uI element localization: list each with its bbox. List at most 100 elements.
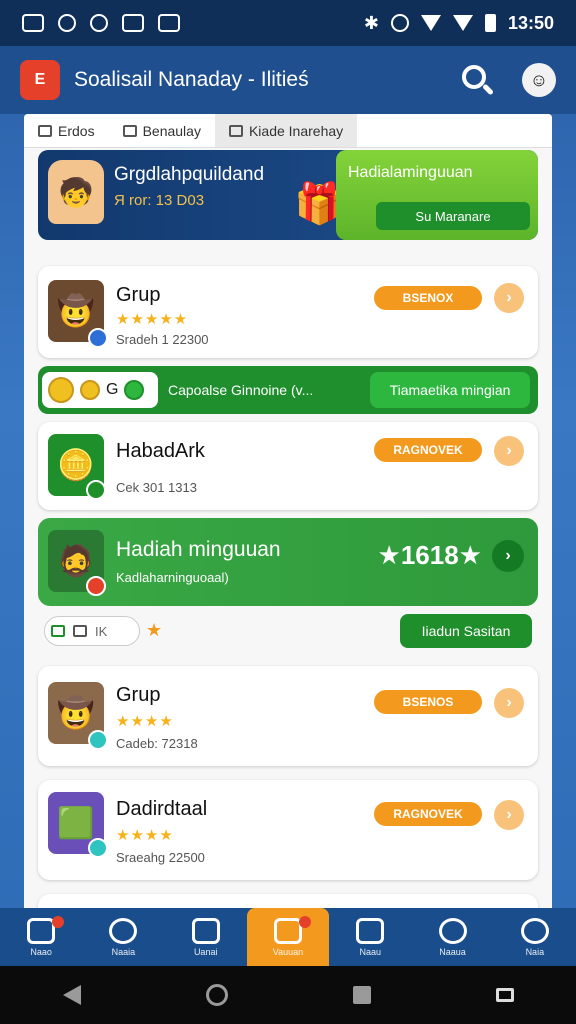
promo-title: Grgdlahpquildand <box>114 164 265 185</box>
coin-group: G <box>42 372 158 408</box>
tab-bar: Erdos Benaulay Kiade Inarehay <box>24 114 552 148</box>
tab-kiade-inarehay[interactable]: Kiade Inarehay <box>214 114 358 147</box>
coin-icon <box>124 380 145 400</box>
chevron-right-icon[interactable]: › <box>494 688 524 718</box>
list-item[interactable]: 🤠 Grup ★★★★★ Sradeh 1 22300 BSENOX › <box>38 266 538 358</box>
calendar-icon <box>122 124 137 137</box>
nav-item-home[interactable]: Naao <box>0 908 82 966</box>
status-bar: ✱ 13:50 <box>0 0 576 46</box>
tab-label: Kiade Inarehay <box>248 122 344 139</box>
tab-label: Erdos <box>58 122 95 139</box>
rating-stars: ★★★★ <box>116 713 174 730</box>
home-icon <box>27 917 56 944</box>
nav-item-mail[interactable]: Uanai <box>165 908 247 966</box>
notification-dot <box>52 916 65 928</box>
notification-icon <box>90 14 108 32</box>
card-meta: Sradeh 1 22300 <box>116 332 209 347</box>
list-item[interactable]: 🤠 Grup ★★★★ Cadeb: 72318 BSENOS › <box>38 666 538 766</box>
card-meta: Cadeb: 72318 <box>116 736 198 751</box>
home-button-icon[interactable] <box>205 984 228 1006</box>
promo-claim-button[interactable]: Su Maranare <box>376 202 530 230</box>
back-icon[interactable] <box>62 985 81 1005</box>
chevron-right-icon[interactable]: › <box>494 436 524 466</box>
status-badge[interactable]: BSENOX <box>374 286 482 310</box>
verified-badge-icon <box>88 730 108 750</box>
nav-label: Naau <box>359 946 382 957</box>
notification-dot <box>299 916 312 928</box>
nav-item-info[interactable]: Naia <box>494 908 576 966</box>
list-item[interactable]: 🟩 Dadirdtaal ★★★★ Sraeahg 22500 RAGNOVEK… <box>38 780 538 880</box>
nav-item-chat[interactable]: Naau <box>329 908 411 966</box>
tab-erdos[interactable]: Erdos <box>24 114 109 147</box>
tab-benaulay[interactable]: Benaulay <box>109 114 215 147</box>
promo-reward-panel: Hadialaminguuan Su Maranare <box>336 150 538 240</box>
bluetooth-icon: ✱ <box>363 12 379 33</box>
nav-item-people[interactable]: Naaia <box>82 908 164 966</box>
tab-label: Benaulay <box>142 122 201 139</box>
recent-apps-icon[interactable] <box>352 986 371 1004</box>
alarm-icon <box>390 14 409 32</box>
mini-label: IK <box>95 623 108 639</box>
weekly-reward-card[interactable]: 🧔 Hadiah minguuan Kadlaharninguoaal) ★16… <box>38 518 538 606</box>
nav-label: Naaia <box>111 946 136 957</box>
app-title: Soalisail Nanaday - Ilitieś <box>74 68 309 91</box>
promo-reward-title: Hadialaminguuan <box>348 164 473 181</box>
people-icon <box>109 917 138 944</box>
nav-label: Naia <box>525 946 545 957</box>
card-meta: Kadlaharninguoaal) <box>116 570 229 585</box>
notification-icon <box>22 14 44 32</box>
status-badge[interactable]: BSENOS <box>374 690 482 714</box>
verified-badge-icon <box>88 838 108 858</box>
app-header: E Soalisail Nanaday - Ilitieś ☺ <box>0 46 576 114</box>
card-title: Grup <box>116 684 161 706</box>
card-title: HabadArk <box>116 440 205 462</box>
status-time: 13:50 <box>507 12 554 33</box>
score-display: ★1618★ <box>377 540 482 570</box>
coin-label: G <box>106 381 119 398</box>
verified-badge-icon <box>86 576 106 596</box>
system-nav-bar <box>0 966 576 1024</box>
trophy-icon <box>273 917 302 944</box>
status-badge[interactable]: RAGNOVEK <box>374 438 482 462</box>
promo-subtitle: Я ror: 13 D03 <box>114 192 205 209</box>
signal-icon <box>452 15 473 31</box>
search-icon[interactable] <box>460 63 495 97</box>
status-badge[interactable]: RAGNOVEK <box>374 802 482 826</box>
main-panel: Erdos Benaulay Kiade Inarehay 🧒 Grgdlahp… <box>24 114 552 914</box>
rating-stars: ★★★★★ <box>116 311 189 328</box>
list-item[interactable]: 🪙 HabadArk Cek 301 1313 RAGNOVEK › <box>38 422 538 510</box>
strip-button[interactable]: Tiamaetika mingian <box>370 372 530 408</box>
mini-button[interactable]: Iiadun Sasitan <box>400 614 532 648</box>
mini-row: IK ★ Iiadun Sasitan <box>38 612 538 652</box>
character-avatar: 🧒 <box>48 160 104 224</box>
shield-icon <box>438 917 467 944</box>
keyboard-icon[interactable] <box>495 988 514 1002</box>
app-logo[interactable]: E <box>20 60 60 100</box>
rating-stars: ★★★★ <box>116 827 174 844</box>
card-title: Grup <box>116 284 161 306</box>
strip-text: Capoalse Ginnoine (v... <box>168 382 314 398</box>
nav-label: Naaua <box>439 946 466 957</box>
nav-label: Naao <box>30 946 52 957</box>
card-meta: Cek 301 1313 <box>116 480 197 495</box>
coin-strip: G Capoalse Ginnoine (v... Tiamaetika min… <box>38 366 538 414</box>
card-icon <box>73 625 87 637</box>
chevron-right-icon[interactable]: › <box>492 540 524 572</box>
notification-icon <box>58 14 76 32</box>
verified-badge-icon <box>86 480 106 500</box>
promo-banner[interactable]: 🧒 Grgdlahpquildand Я ror: 13 D03 🎁 Hadia… <box>38 150 538 240</box>
nav-label: Uanai <box>193 946 218 957</box>
mini-chip[interactable]: IK <box>44 616 140 646</box>
nav-item-trophy[interactable]: Vauuan <box>246 908 330 966</box>
camera-icon <box>228 124 243 137</box>
avatar-icon[interactable]: ☺ <box>522 63 556 97</box>
battery-icon <box>484 14 496 32</box>
nav-item-shield[interactable]: Naaua <box>411 908 493 966</box>
star-icon: ★ <box>146 620 163 640</box>
bottom-nav: Naao Naaia Uanai Vauuan Naau Naaua Naia <box>0 908 576 966</box>
card-meta: Sraeahg 22500 <box>116 850 205 865</box>
chat-icon <box>356 917 385 944</box>
chevron-right-icon[interactable]: › <box>494 283 524 313</box>
card-title: Dadirdtaal <box>116 798 208 820</box>
chevron-right-icon[interactable]: › <box>494 800 524 830</box>
